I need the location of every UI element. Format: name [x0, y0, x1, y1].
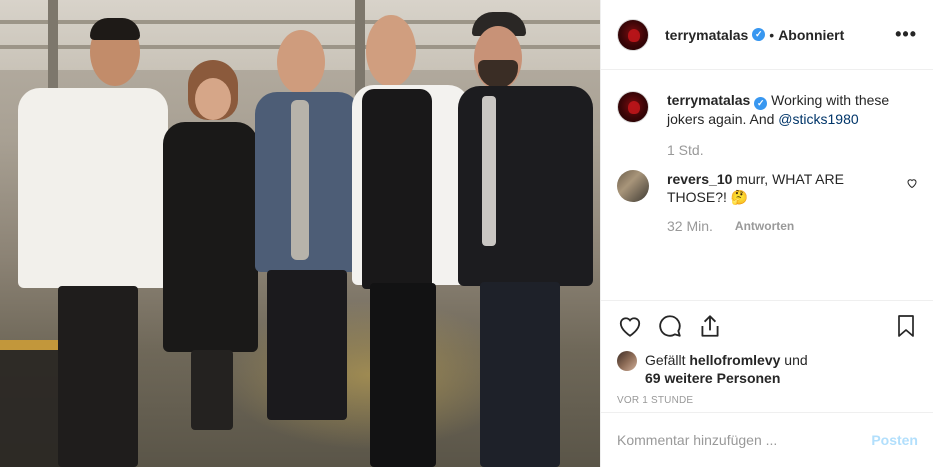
reply-button[interactable]: Antworten [735, 219, 794, 233]
commenter-username[interactable]: revers_10 [667, 171, 732, 187]
photo-person [163, 60, 258, 467]
likes-text: Gefällt hellofromlevy und 69 weitere Per… [645, 351, 808, 387]
comment-time[interactable]: 32 Min. [667, 218, 713, 234]
heart-icon[interactable] [617, 306, 657, 346]
bookmark-icon[interactable] [878, 306, 918, 346]
author-username[interactable]: terrymatalas [665, 27, 748, 43]
post-timestamp[interactable]: VOR 1 STUNDE [617, 395, 918, 406]
photo-person [18, 18, 168, 467]
post-actions-area: Gefällt hellofromlevy und 69 weitere Per… [601, 300, 933, 420]
comment-meta: 32 Min. Antworten [667, 218, 918, 234]
photo-person [255, 30, 360, 467]
post-side-panel: terrymatalas ✓ • Abonniert ••• terrymata… [600, 0, 933, 467]
caption-avatar[interactable] [617, 91, 649, 123]
liker-username[interactable]: hellofromlevy [689, 352, 780, 368]
verified-badge-icon: ✓ [754, 97, 768, 110]
likes-others-link[interactable]: 69 weitere Personen [645, 370, 780, 386]
photo-person [458, 12, 593, 467]
post-comment-button[interactable]: Posten [871, 432, 918, 448]
caption-username[interactable]: terrymatalas [667, 92, 750, 108]
comment-bubble-icon[interactable] [657, 306, 697, 346]
add-comment-box: Posten [601, 412, 933, 467]
author-avatar[interactable] [617, 18, 649, 51]
likes-prefix: Gefällt [645, 352, 690, 368]
commenter-avatar[interactable] [617, 170, 649, 202]
caption-row: terrymatalas ✓ Working with these jokers … [617, 91, 918, 128]
comment-row: revers_10 murr, WHAT ARE THOSE?! 🤔 [617, 170, 918, 206]
likes-summary: Gefällt hellofromlevy und 69 weitere Per… [617, 351, 918, 387]
caption-time[interactable]: 1 Std. [667, 142, 704, 158]
caption-meta: 1 Std. [667, 142, 918, 158]
more-options-icon[interactable]: ••• [895, 24, 917, 45]
share-icon[interactable] [697, 306, 737, 346]
caption-mention-link[interactable]: @sticks1980 [778, 111, 858, 127]
comments-section: terrymatalas ✓ Working with these jokers … [601, 71, 933, 300]
author-info: terrymatalas ✓ • Abonniert [665, 27, 844, 43]
post-header: terrymatalas ✓ • Abonniert ••• [601, 0, 933, 70]
caption-body: terrymatalas ✓ Working with these jokers … [667, 91, 918, 128]
post-photo[interactable] [0, 0, 600, 467]
verified-badge-icon: ✓ [752, 28, 766, 41]
comment-body: revers_10 murr, WHAT ARE THOSE?! 🤔 [667, 170, 906, 206]
liker-avatar[interactable] [617, 351, 637, 371]
action-bar [617, 301, 918, 351]
follow-status-button[interactable]: Abonniert [778, 27, 844, 43]
likes-middle: und [780, 352, 808, 368]
comment-input[interactable] [617, 432, 872, 448]
photo-person [352, 15, 470, 467]
instagram-post: terrymatalas ✓ • Abonniert ••• terrymata… [0, 0, 933, 467]
header-separator: • [769, 26, 775, 43]
comment-like-heart-icon[interactable] [906, 170, 918, 206]
